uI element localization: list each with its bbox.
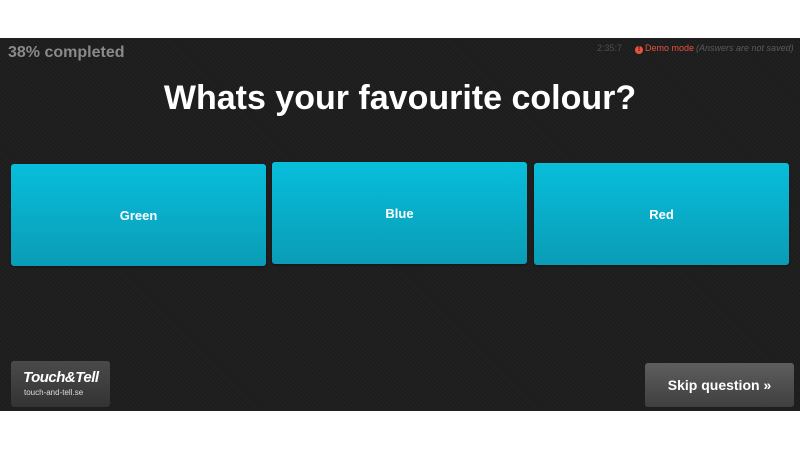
demo-mode-indicator: ! Demo mode (Answers are not saved) <box>635 43 794 54</box>
exclamation-circle-icon: ! <box>635 46 643 54</box>
progress-text: 38% completed <box>8 44 125 61</box>
survey-stage: 38% completed 2:35:7 ! Demo mode (Answers … <box>0 38 800 411</box>
timer: 2:35:7 <box>597 43 623 53</box>
logo-text: Touch&Tell <box>23 369 99 386</box>
skip-question-button[interactable]: Skip question » <box>645 363 794 407</box>
logo-url: touch-and-tell.se <box>24 388 84 397</box>
answer-label: Green <box>119 207 158 223</box>
skip-label: Skip question » <box>667 377 772 393</box>
demo-mode-label: Demo mode <box>645 43 695 53</box>
answer-label: Blue <box>385 205 414 221</box>
touch-and-tell-logo: Touch&Tell touch-and-tell.se <box>11 361 110 407</box>
answer-button-green[interactable]: Green <box>11 164 266 266</box>
answer-button-blue[interactable]: Blue <box>272 162 527 264</box>
answer-label: Red <box>649 206 674 222</box>
question-title: Whats your favourite colour? <box>163 79 637 117</box>
answer-button-red[interactable]: Red <box>534 163 789 265</box>
demo-mode-note: (Answers are not saved) <box>696 43 794 53</box>
